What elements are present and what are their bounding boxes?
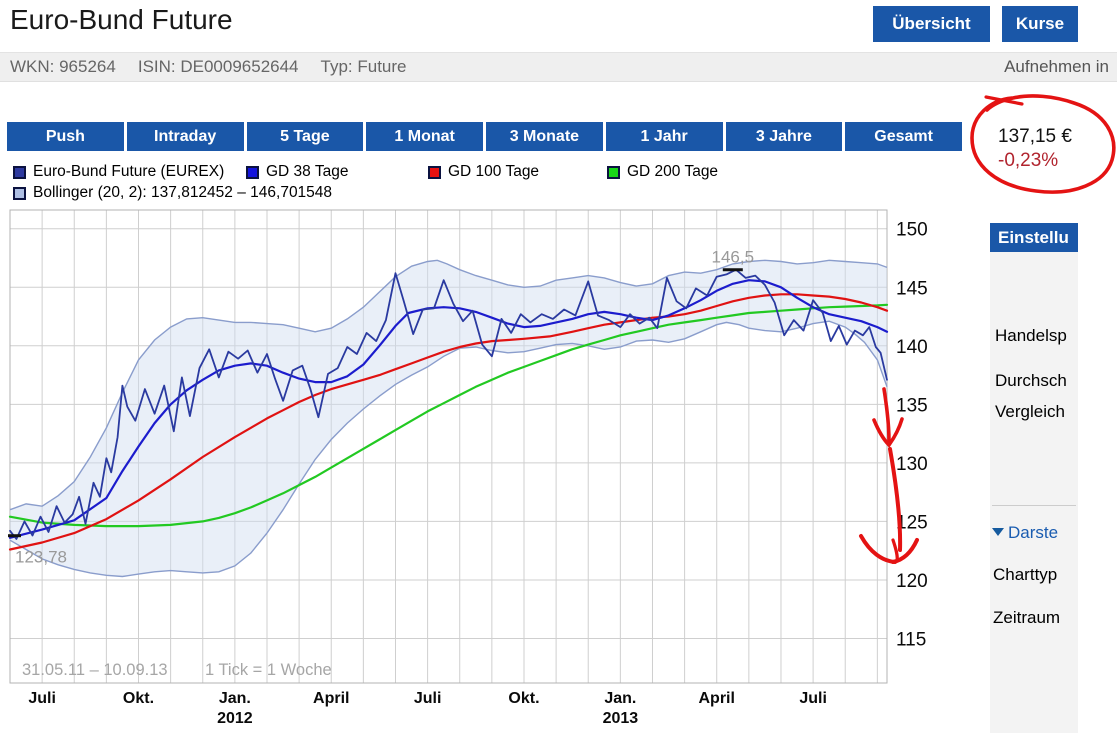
- quote-box: 137,15 € -0,23%: [998, 125, 1072, 173]
- chart-tick-note: 1 Tick = 1 Woche: [205, 661, 332, 679]
- y-axis-label: 125: [896, 512, 928, 533]
- darstellung-link[interactable]: Darste: [992, 523, 1058, 543]
- chevron-down-icon: [992, 528, 1004, 536]
- start-value-label: 123,78: [15, 548, 67, 567]
- x-axis-year-label: 2012: [217, 710, 253, 727]
- price-chart: 150 145 140 135 130 125 120 115 Juli Okt. Jan. 2012…: [0, 0, 1117, 733]
- settings-item-durchsch[interactable]: Durchsch: [995, 371, 1067, 391]
- x-axis-label: April: [313, 690, 349, 707]
- x-axis-label: April: [699, 690, 735, 707]
- darstellung-item-zeitraum[interactable]: Zeitraum: [993, 608, 1060, 628]
- y-axis-label: 120: [896, 571, 928, 592]
- settings-item-handelsp[interactable]: Handelsp: [995, 326, 1067, 346]
- high-value-label: 146,5: [712, 248, 755, 267]
- x-axis-label: Okt.: [123, 690, 154, 707]
- darstellung-item-charttyp[interactable]: Charttyp: [993, 565, 1057, 585]
- x-axis-label: Juli: [414, 690, 442, 707]
- x-axis-label: Juli: [28, 690, 56, 707]
- y-axis-label: 135: [896, 395, 928, 416]
- sidebar-divider: [992, 505, 1076, 506]
- price-change-percent: -0,23%: [998, 149, 1072, 173]
- chart-period-label: 31.05.11 – 10.09.13: [22, 661, 168, 679]
- y-axis-label: 150: [896, 220, 928, 241]
- y-axis-label: 145: [896, 278, 928, 299]
- y-axis-label: 140: [896, 337, 928, 358]
- page: Euro-Bund Future Übersicht Kurse WKN: 96…: [0, 0, 1117, 733]
- y-axis-label: 115: [896, 630, 926, 651]
- x-axis-label: Jan.: [219, 690, 251, 707]
- settings-sidebar: Einstellu Handelsp Durchsch Vergleich Dars…: [990, 223, 1078, 733]
- x-axis-label: Juli: [799, 690, 827, 707]
- x-axis-label: Jan.: [604, 690, 636, 707]
- x-axis-label: Okt.: [508, 690, 539, 707]
- last-price: 137,15 €: [998, 125, 1072, 149]
- settings-item-vergleich[interactable]: Vergleich: [995, 402, 1065, 422]
- y-axis-label: 130: [896, 454, 928, 475]
- settings-header[interactable]: Einstellu: [990, 223, 1078, 252]
- x-axis-year-label: 2013: [603, 710, 639, 727]
